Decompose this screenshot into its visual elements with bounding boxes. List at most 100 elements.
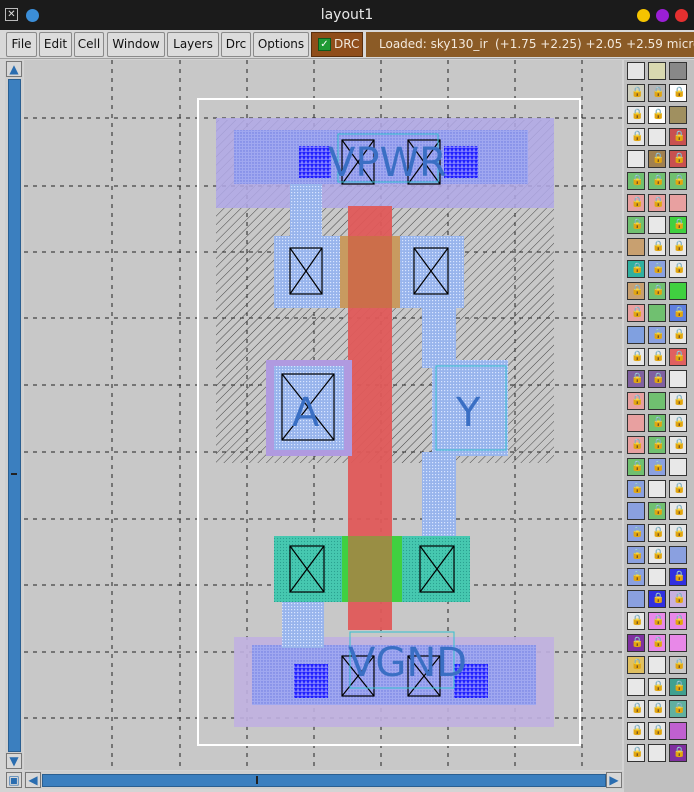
layer-swatch[interactable]	[648, 304, 666, 322]
layer-swatch[interactable]: 🔒	[648, 546, 666, 564]
layer-swatch[interactable]: 🔒	[627, 568, 645, 586]
layer-swatch[interactable]: 🔒	[627, 634, 645, 652]
layer-swatch[interactable]: 🔒	[669, 656, 687, 674]
layer-swatch[interactable]: 🔒	[669, 590, 687, 608]
layer-swatch[interactable]: 🔒	[648, 612, 666, 630]
layer-swatch[interactable]: 🔒	[627, 106, 645, 124]
layer-swatch[interactable]: 🔒	[669, 700, 687, 718]
scroll-down-icon[interactable]: ▼	[6, 753, 22, 769]
menu-cell[interactable]: Cell	[74, 32, 104, 57]
layer-swatch[interactable]: 🔒	[627, 612, 645, 630]
layer-swatch[interactable]	[627, 502, 645, 520]
layer-swatch[interactable]	[648, 480, 666, 498]
layer-swatch[interactable]: 🔒	[669, 612, 687, 630]
layer-swatch[interactable]	[648, 392, 666, 410]
layer-swatch[interactable]	[627, 590, 645, 608]
layer-swatch[interactable]	[669, 634, 687, 652]
layer-swatch[interactable]: 🔒	[669, 216, 687, 234]
layer-swatch[interactable]: 🔒	[669, 84, 687, 102]
layer-swatch[interactable]: 🔒	[648, 326, 666, 344]
layer-swatch[interactable]: 🔒	[648, 700, 666, 718]
close-button[interactable]	[675, 9, 688, 22]
layer-swatch[interactable]: 🔒	[648, 502, 666, 520]
menu-options[interactable]: Options	[253, 32, 309, 57]
layer-swatch[interactable]: 🔒	[669, 238, 687, 256]
layer-swatch[interactable]: 🔒	[648, 194, 666, 212]
menu-file[interactable]: File	[6, 32, 37, 57]
layer-swatch[interactable]: 🔒	[648, 458, 666, 476]
layer-swatch[interactable]: 🔒	[627, 172, 645, 190]
layer-swatch[interactable]: 🔒	[648, 524, 666, 542]
layer-swatch[interactable]: 🔒	[627, 304, 645, 322]
layer-swatch[interactable]: 🔒	[669, 678, 687, 696]
layer-swatch[interactable]: 🔒	[648, 282, 666, 300]
layer-swatch[interactable]: 🔒	[627, 546, 645, 564]
layer-swatch[interactable]: 🔒	[669, 744, 687, 762]
layer-swatch[interactable]: 🔒	[648, 590, 666, 608]
layer-swatch[interactable]: 🔒	[669, 326, 687, 344]
layer-swatch[interactable]: 🔒	[648, 348, 666, 366]
scroll-left-icon[interactable]: ◀	[25, 772, 41, 788]
vertical-scrollbar[interactable]: ▲ ▼	[5, 61, 23, 769]
layer-swatch[interactable]: 🔒	[627, 128, 645, 146]
layer-swatch[interactable]: 🔒	[627, 700, 645, 718]
layer-swatch[interactable]: 🔒	[627, 194, 645, 212]
layer-swatch[interactable]: 🔒	[669, 502, 687, 520]
menu-window[interactable]: Window	[107, 32, 165, 57]
layer-swatch[interactable]	[648, 216, 666, 234]
layer-swatch[interactable]	[669, 546, 687, 564]
layer-swatch[interactable]: 🔒	[648, 436, 666, 454]
layer-swatch[interactable]: 🔒	[648, 172, 666, 190]
layer-swatch[interactable]	[669, 722, 687, 740]
zoom-box-icon[interactable]: ▣	[6, 772, 22, 788]
menu-drc[interactable]: Drc	[221, 32, 251, 57]
layer-swatch[interactable]: 🔒	[627, 524, 645, 542]
menu-edit[interactable]: Edit	[39, 32, 72, 57]
checkbox-checked-icon[interactable]: ✓	[318, 38, 331, 51]
layer-swatch[interactable]	[627, 326, 645, 344]
layer-swatch[interactable]: 🔒	[648, 634, 666, 652]
layer-swatch[interactable]: 🔒	[648, 370, 666, 388]
layer-swatch[interactable]	[669, 370, 687, 388]
layer-swatch[interactable]: 🔒	[669, 128, 687, 146]
layer-swatch[interactable]	[627, 238, 645, 256]
layout-canvas[interactable]: VPWR VGND A Y	[24, 60, 622, 770]
layer-swatch[interactable]: 🔒	[627, 436, 645, 454]
layer-swatch[interactable]: 🔒	[648, 260, 666, 278]
layer-swatch[interactable]: 🔒	[669, 150, 687, 168]
layer-swatch[interactable]: 🔒	[627, 348, 645, 366]
layer-swatch[interactable]	[669, 62, 687, 80]
vertical-scroll-thumb[interactable]	[8, 79, 21, 752]
layer-swatch[interactable]	[648, 568, 666, 586]
minimize-button[interactable]	[637, 9, 650, 22]
layer-swatch[interactable]	[627, 678, 645, 696]
layer-swatch[interactable]: 🔒	[669, 414, 687, 432]
layer-swatch[interactable]: 🔒	[669, 304, 687, 322]
layer-swatch[interactable]: 🔒	[627, 84, 645, 102]
scroll-up-icon[interactable]: ▲	[6, 61, 22, 77]
layer-swatch[interactable]: 🔒	[669, 480, 687, 498]
horizontal-scroll-thumb[interactable]	[42, 774, 606, 787]
layer-swatch[interactable]: 🔒	[627, 744, 645, 762]
layer-swatch[interactable]	[627, 414, 645, 432]
layout-drawing[interactable]: VPWR VGND A Y	[24, 60, 622, 770]
layer-swatch[interactable]: 🔒	[648, 150, 666, 168]
layer-swatch[interactable]: 🔒	[627, 458, 645, 476]
layer-swatch[interactable]: 🔒	[648, 84, 666, 102]
scroll-right-icon[interactable]: ▶	[606, 772, 622, 788]
layer-swatch[interactable]	[648, 744, 666, 762]
layer-swatch[interactable]: 🔒	[627, 656, 645, 674]
maximize-button[interactable]	[656, 9, 669, 22]
layer-swatch[interactable]	[648, 62, 666, 80]
horizontal-scrollbar[interactable]: ◀ ▶	[24, 771, 624, 789]
layer-swatch[interactable]: 🔒	[648, 722, 666, 740]
layer-swatch[interactable]: 🔒	[669, 392, 687, 410]
layer-swatch[interactable]	[669, 194, 687, 212]
layer-swatch[interactable]	[669, 106, 687, 124]
layer-swatch[interactable]	[627, 62, 645, 80]
layer-swatch[interactable]	[669, 282, 687, 300]
layer-swatch[interactable]: 🔒	[627, 480, 645, 498]
layer-swatch[interactable]	[669, 458, 687, 476]
layer-swatch[interactable]: 🔒	[669, 348, 687, 366]
layer-swatch[interactable]: 🔒	[648, 106, 666, 124]
